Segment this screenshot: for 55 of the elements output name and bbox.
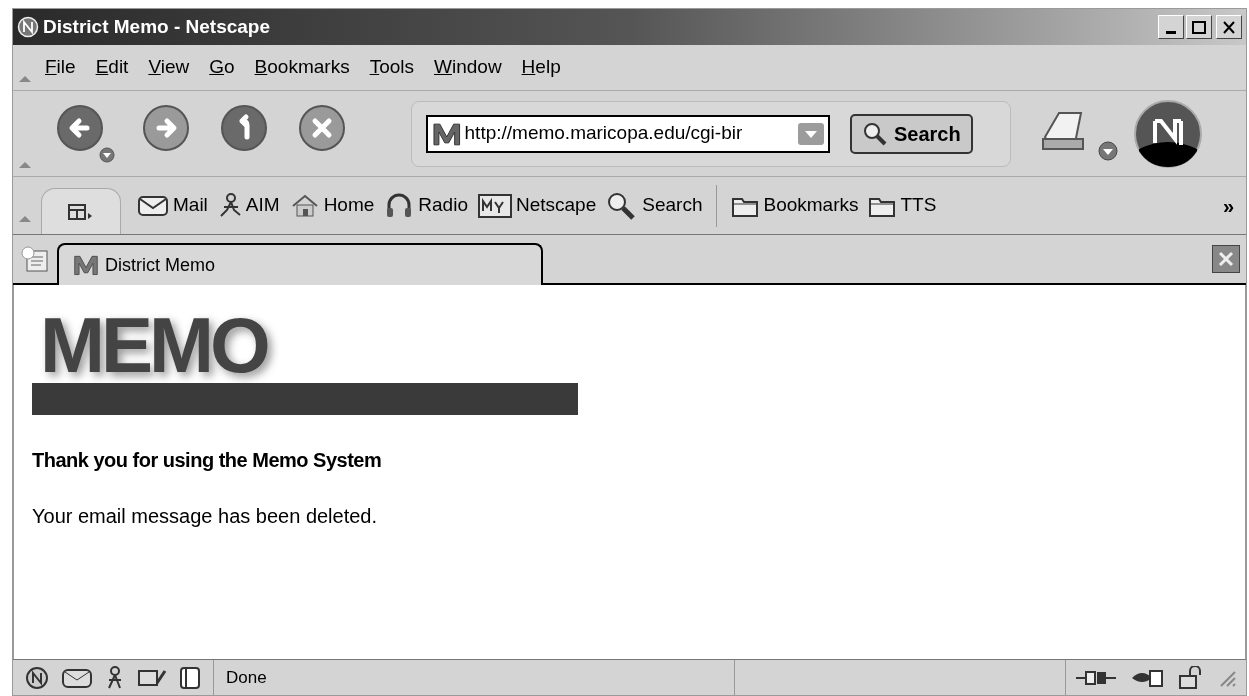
resize-grip-icon[interactable] bbox=[1218, 668, 1236, 687]
grippy-icon bbox=[19, 159, 31, 168]
grippy-icon bbox=[19, 213, 31, 222]
globe-icon bbox=[17, 16, 39, 38]
toolbar-link[interactable]: Search bbox=[606, 190, 703, 221]
grippy-icon bbox=[19, 73, 31, 82]
search-button[interactable]: Search bbox=[850, 113, 973, 154]
minimize-button[interactable] bbox=[1158, 15, 1184, 39]
close-button[interactable] bbox=[1216, 15, 1242, 39]
page-heading: Thank you for using the Memo System bbox=[32, 448, 383, 473]
close-icon bbox=[1222, 20, 1236, 34]
my-badge-icon bbox=[477, 192, 512, 219]
site-logo-icon bbox=[73, 253, 99, 277]
eye-icon bbox=[1130, 667, 1164, 688]
menu-item[interactable]: Go bbox=[209, 53, 235, 82]
padlock-icon bbox=[1178, 665, 1204, 690]
envelope-icon bbox=[137, 194, 169, 217]
toolbar-link[interactable]: Radio bbox=[384, 191, 468, 220]
window-title: District Memo - Netscape bbox=[43, 14, 270, 39]
address-field[interactable]: http://memo.maricopa.edu/cgi-bir bbox=[426, 114, 830, 153]
menu-item[interactable]: Edit bbox=[95, 53, 129, 82]
url-text: http://memo.maricopa.edu/cgi-bir bbox=[464, 121, 744, 146]
search-icon bbox=[862, 120, 888, 147]
bookmark-folder[interactable]: TTS bbox=[868, 191, 937, 220]
connection-icon bbox=[1076, 669, 1116, 686]
address-book-icon[interactable] bbox=[179, 665, 201, 690]
globe-icon[interactable] bbox=[25, 665, 49, 690]
menu-item[interactable]: Help bbox=[521, 53, 561, 82]
sidebar-tab[interactable] bbox=[41, 188, 121, 234]
overflow-chevron[interactable]: » bbox=[1222, 190, 1234, 221]
maximize-icon bbox=[1192, 20, 1206, 34]
menu-item[interactable]: View bbox=[148, 53, 190, 82]
toolbar-link[interactable]: Home bbox=[289, 191, 375, 220]
toolbar-link[interactable]: AIM bbox=[217, 191, 280, 220]
maximize-button[interactable] bbox=[1186, 15, 1212, 39]
throbber-logo-icon bbox=[1133, 98, 1203, 169]
dropdown-icon[interactable] bbox=[798, 122, 824, 145]
browser-tab[interactable]: District Memo bbox=[57, 243, 543, 285]
close-tab-button[interactable] bbox=[1212, 245, 1240, 273]
status-message: Your email message has been deleted. bbox=[32, 504, 379, 529]
back-button[interactable] bbox=[57, 104, 117, 163]
bookmark-folder[interactable]: Bookmarks bbox=[731, 191, 859, 220]
mail-icon[interactable] bbox=[61, 666, 93, 689]
toolbar-link[interactable]: Mail bbox=[137, 191, 208, 220]
memo-logo: MEMO bbox=[40, 307, 269, 383]
menu-item[interactable]: Window bbox=[434, 53, 502, 82]
menu-item[interactable]: File bbox=[45, 53, 76, 82]
close-icon bbox=[1218, 251, 1234, 267]
menu-item[interactable]: Tools bbox=[369, 53, 414, 82]
minimize-icon bbox=[1166, 31, 1176, 34]
menu-item[interactable]: Bookmarks bbox=[254, 53, 350, 82]
status-text: Done bbox=[225, 666, 268, 689]
toolbar-link[interactable]: Netscape bbox=[477, 191, 597, 220]
layout-icon bbox=[68, 202, 94, 221]
new-tab-icon[interactable] bbox=[19, 245, 51, 275]
